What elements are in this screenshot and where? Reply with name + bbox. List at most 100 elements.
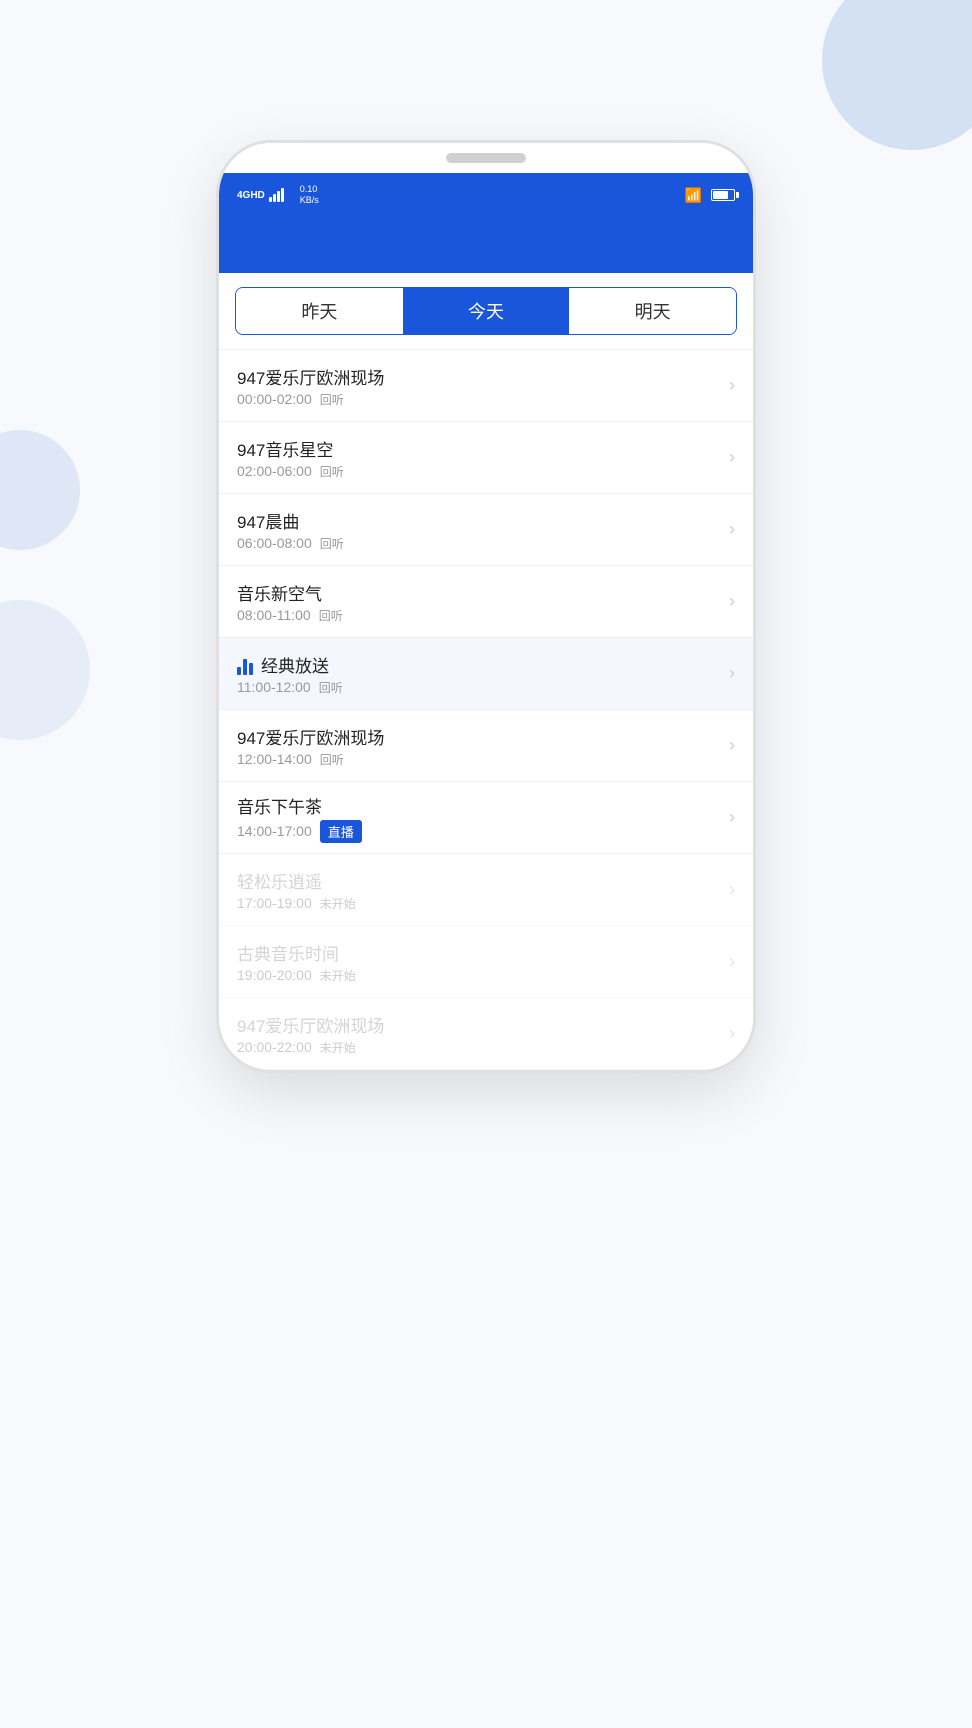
chevron-right-icon: › xyxy=(729,375,735,396)
program-time-row: 00:00-02:00 回听 xyxy=(237,391,721,408)
tab-yesterday[interactable]: 昨天 xyxy=(236,288,403,334)
program-time-row: 11:00-12:00 回听 xyxy=(237,679,721,696)
program-info: 音乐新空气 08:00-11:00 回听 xyxy=(237,580,721,624)
program-name: 音乐下午茶 xyxy=(237,793,322,818)
playing-icon xyxy=(237,655,253,675)
network-type: 4GHD xyxy=(237,190,265,201)
program-info: 古典音乐时间 19:00-20:00 未开始 xyxy=(237,940,721,984)
tabs-container: 昨天 今天 明天 xyxy=(219,273,753,350)
tab-today[interactable]: 今天 xyxy=(403,288,570,334)
program-time: 20:00-22:00 xyxy=(237,1039,312,1055)
program-name: 947爱乐厅欧洲现场 xyxy=(237,724,384,749)
chevron-right-icon: › xyxy=(729,879,735,900)
program-time-row: 12:00-14:00 回听 xyxy=(237,751,721,768)
program-name-row: 947爱乐厅欧洲现场 xyxy=(237,1012,721,1039)
program-time: 00:00-02:00 xyxy=(237,391,312,407)
deco-circle-top-right xyxy=(822,0,972,150)
program-time-row: 02:00-06:00 回听 xyxy=(237,463,721,480)
status-speed: 0.10KB/s xyxy=(300,184,319,206)
program-time-row: 06:00-08:00 回听 xyxy=(237,535,721,552)
program-item-1[interactable]: 947音乐星空 02:00-06:00 回听 › xyxy=(219,422,753,494)
chevron-right-icon: › xyxy=(729,447,735,468)
status-right: 📶 xyxy=(685,187,735,204)
program-name-row: 轻松乐逍遥 xyxy=(237,868,721,895)
program-item-5[interactable]: 947爱乐厅欧洲现场 12:00-14:00 回听 › xyxy=(219,710,753,782)
program-item-2[interactable]: 947晨曲 06:00-08:00 回听 › xyxy=(219,494,753,566)
status-label: 回听 xyxy=(320,751,344,768)
program-time: 06:00-08:00 xyxy=(237,535,312,551)
program-name: 音乐新空气 xyxy=(237,580,322,605)
program-time: 11:00-12:00 xyxy=(237,679,311,695)
status-label: 回听 xyxy=(320,391,344,408)
program-name-row: 947爱乐厅欧洲现场 xyxy=(237,724,721,751)
chevron-right-icon: › xyxy=(729,735,735,756)
program-name-row: 音乐下午茶 xyxy=(237,793,721,820)
chevron-right-icon: › xyxy=(729,951,735,972)
program-info: 947爱乐厅欧洲现场 00:00-02:00 回听 xyxy=(237,364,721,408)
program-info: 947爱乐厅欧洲现场 12:00-14:00 回听 xyxy=(237,724,721,768)
program-item-4[interactable]: 经典放送 11:00-12:00 回听 › xyxy=(219,638,753,710)
program-name-row: 947爱乐厅欧洲现场 xyxy=(237,364,721,391)
program-name-row: 947晨曲 xyxy=(237,508,721,535)
chevron-right-icon: › xyxy=(729,1023,735,1044)
phone-wrapper: 4GHD 0.10KB/s 📶 xyxy=(0,140,972,1073)
program-info: 947爱乐厅欧洲现场 20:00-22:00 未开始 xyxy=(237,1012,721,1056)
program-item-6[interactable]: 音乐下午茶 14:00-17:00 直播 › xyxy=(219,782,753,854)
program-name: 古典音乐时间 xyxy=(237,940,339,965)
program-time-row: 20:00-22:00 未开始 xyxy=(237,1039,721,1056)
chevron-right-icon: › xyxy=(729,591,735,612)
program-name-row: 947音乐星空 xyxy=(237,436,721,463)
chevron-right-icon: › xyxy=(729,519,735,540)
program-list: 947爱乐厅欧洲现场 00:00-02:00 回听 › 947音乐星空 02:0… xyxy=(219,350,753,1070)
program-name-row: 音乐新空气 xyxy=(237,580,721,607)
program-time: 19:00-20:00 xyxy=(237,967,312,983)
program-item-0[interactable]: 947爱乐厅欧洲现场 00:00-02:00 回听 › xyxy=(219,350,753,422)
status-label: 未开始 xyxy=(320,1039,356,1056)
tabs-row: 昨天 今天 明天 xyxy=(235,287,737,335)
signal-icon xyxy=(269,188,284,202)
battery-fill xyxy=(713,191,728,199)
program-name-row: 古典音乐时间 xyxy=(237,940,721,967)
program-time-row: 08:00-11:00 回听 xyxy=(237,607,721,624)
program-time: 17:00-19:00 xyxy=(237,895,312,911)
program-item-9[interactable]: 947爱乐厅欧洲现场 20:00-22:00 未开始 › xyxy=(219,998,753,1070)
program-name: 947爱乐厅欧洲现场 xyxy=(237,364,384,389)
phone-notch-bar xyxy=(219,143,753,173)
battery-icon xyxy=(711,189,735,201)
battery-container xyxy=(707,189,735,201)
program-info: 音乐下午茶 14:00-17:00 直播 xyxy=(237,793,721,843)
program-info: 947晨曲 06:00-08:00 回听 xyxy=(237,508,721,552)
status-label: 回听 xyxy=(319,607,343,624)
status-label: 回听 xyxy=(319,679,343,696)
program-item-8[interactable]: 古典音乐时间 19:00-20:00 未开始 › xyxy=(219,926,753,998)
program-name: 经典放送 xyxy=(261,652,329,677)
program-time: 02:00-06:00 xyxy=(237,463,312,479)
program-info: 轻松乐逍遥 17:00-19:00 未开始 xyxy=(237,868,721,912)
status-label: 回听 xyxy=(320,535,344,552)
chevron-right-icon: › xyxy=(729,807,735,828)
program-name-row: 经典放送 xyxy=(237,652,721,679)
program-time-row: 19:00-20:00 未开始 xyxy=(237,967,721,984)
phone-notch xyxy=(446,153,526,163)
status-label: 未开始 xyxy=(320,967,356,984)
wifi-icon: 📶 xyxy=(685,187,702,204)
program-time-row: 17:00-19:00 未开始 xyxy=(237,895,721,912)
program-info: 947音乐星空 02:00-06:00 回听 xyxy=(237,436,721,480)
status-left: 4GHD 0.10KB/s xyxy=(237,184,319,206)
program-time: 14:00-17:00 xyxy=(237,823,312,839)
program-time-row: 14:00-17:00 直播 xyxy=(237,820,721,843)
program-item-7[interactable]: 轻松乐逍遥 17:00-19:00 未开始 › xyxy=(219,854,753,926)
program-name: 轻松乐逍遥 xyxy=(237,868,322,893)
tab-tomorrow[interactable]: 明天 xyxy=(569,288,736,334)
status-label: 未开始 xyxy=(320,895,356,912)
chevron-right-icon: › xyxy=(729,663,735,684)
program-name: 947爱乐厅欧洲现场 xyxy=(237,1012,384,1037)
program-name: 947音乐星空 xyxy=(237,436,333,461)
program-item-3[interactable]: 音乐新空气 08:00-11:00 回听 › xyxy=(219,566,753,638)
nav-bar xyxy=(219,217,753,273)
program-time: 08:00-11:00 xyxy=(237,607,311,623)
status-live: 直播 xyxy=(320,820,362,843)
status-bar: 4GHD 0.10KB/s 📶 xyxy=(219,173,753,217)
phone-mockup: 4GHD 0.10KB/s 📶 xyxy=(216,140,756,1073)
status-label: 回听 xyxy=(320,463,344,480)
